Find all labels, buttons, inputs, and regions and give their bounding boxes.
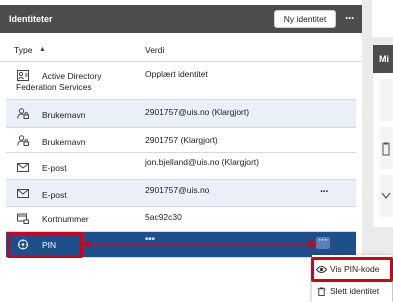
table-row[interactable]: E-post 2901757@uis.no ···: [6, 180, 356, 207]
type-label: Brukernavn: [42, 137, 86, 147]
user-lock-icon: [17, 135, 29, 146]
value-label: 2901757@uis.no: [145, 185, 210, 195]
card-lock-icon: [17, 213, 29, 224]
value-label: 5ac92c30: [145, 212, 182, 222]
table-row[interactable]: Brukernavn 2901757@uis.no (Klargjort): [6, 100, 356, 128]
panel-title: Identiteter: [9, 14, 53, 24]
value-label: 2901757 (Klargjort): [145, 135, 218, 145]
row-more-button[interactable]: ···: [316, 236, 330, 249]
highlight-box-pin: [7, 232, 83, 258]
user-lock-icon: [17, 108, 29, 119]
dashed-arrow-icon: [83, 240, 317, 248]
column-value[interactable]: Verdi: [145, 45, 164, 55]
column-type[interactable]: Type: [14, 45, 32, 55]
right-side-card: Mi: [373, 45, 393, 227]
type-label: Brukernavn: [42, 110, 86, 120]
table-row[interactable]: E-post jon.bjelland@uis.no (Klargjort): [6, 153, 356, 180]
trash-icon: [382, 142, 390, 156]
header-more-icon[interactable]: ···: [345, 11, 355, 25]
envelope-icon: [17, 189, 29, 198]
table-row[interactable]: Brukernavn 2901757 (Klargjort): [6, 128, 356, 153]
right-card-block: [380, 79, 393, 121]
new-identity-button[interactable]: Ny identitet: [274, 10, 336, 28]
delete-identity-label: Slett identitet: [330, 286, 380, 296]
trash-icon: [317, 286, 326, 296]
row-more-icon[interactable]: ···: [320, 186, 329, 198]
table-row[interactable]: Kortnummer 5ac92c30: [6, 207, 356, 232]
type-label: Active Directory: [42, 71, 102, 81]
chevron-down-icon[interactable]: [380, 191, 392, 201]
highlight-box-menu: [311, 257, 393, 282]
identities-panel: Identiteter Ny identitet ··· Type ▲ Verd…: [0, 0, 362, 302]
app-root: Mi Identiteter Ny identitet ··· Type ▲ V…: [0, 0, 393, 302]
right-top-card: [372, 0, 393, 37]
value-label: Opplært identitet: [145, 69, 208, 79]
right-card-title: Mi: [373, 45, 393, 73]
type-label: E-post: [42, 163, 67, 173]
type-label: E-post: [42, 190, 67, 200]
panel-header: Identiteter Ny identitet ···: [0, 5, 362, 33]
right-card-block: [380, 127, 393, 169]
value-label: jon.bjelland@uis.no (Klargjort): [145, 157, 259, 167]
federation-icon: [17, 70, 29, 81]
table-row[interactable]: Active Directory Federation Services Opp…: [6, 63, 356, 100]
type-label-line2: Federation Services: [16, 82, 92, 92]
table-header: Type ▲ Verdi: [0, 38, 362, 62]
delete-identity-menu-item[interactable]: Slett identitet: [316, 283, 379, 299]
sort-asc-icon[interactable]: ▲: [39, 46, 46, 53]
type-label: Kortnummer: [42, 214, 89, 224]
envelope-icon: [17, 163, 29, 172]
right-card-block: [380, 175, 393, 217]
value-label: 2901757@uis.no (Klargjort): [145, 107, 250, 117]
